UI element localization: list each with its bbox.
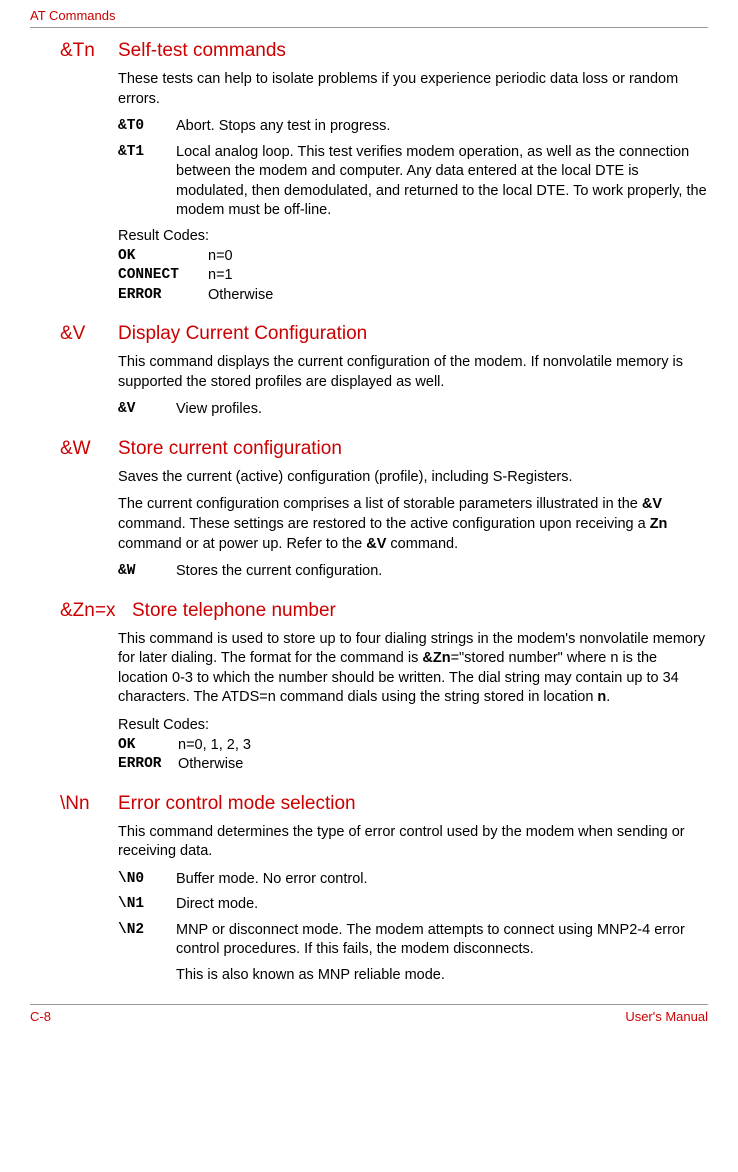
result-code: OK bbox=[118, 247, 208, 267]
text: . bbox=[606, 689, 610, 705]
heading-nn: \NnError control mode selection bbox=[60, 793, 708, 815]
title-v: Display Current Configuration bbox=[118, 323, 367, 344]
result-val: n=0 bbox=[208, 247, 233, 267]
bold: Zn bbox=[650, 516, 668, 532]
section-v: &VDisplay Current Configuration This com… bbox=[60, 323, 708, 420]
result-code: ERROR bbox=[118, 286, 208, 306]
results-zn: Result Codes: OK n=0, 1, 2, 3 ERROR Othe… bbox=[118, 716, 708, 775]
intro-nn: This command determines the type of erro… bbox=[118, 823, 708, 862]
def-code: &T1 bbox=[118, 143, 176, 221]
footer-rule bbox=[30, 1004, 708, 1005]
bold: &Zn bbox=[422, 650, 450, 666]
def-row: &T0 Abort. Stops any test in progress. bbox=[118, 117, 708, 137]
prefix-nn: \Nn bbox=[60, 793, 118, 815]
def-code: &W bbox=[118, 562, 176, 582]
defs-w: &W Stores the current configuration. bbox=[118, 562, 708, 582]
intro-v: This command displays the current config… bbox=[118, 353, 708, 392]
prefix-w: &W bbox=[60, 438, 118, 460]
def-row: &T1 Local analog loop. This test verifie… bbox=[118, 143, 708, 221]
result-val: Otherwise bbox=[178, 755, 243, 775]
header-rule bbox=[30, 27, 708, 28]
result-row: OK n=0 bbox=[118, 247, 708, 267]
intro-zn: This command is used to store up to four… bbox=[118, 630, 708, 708]
header-title: AT Commands bbox=[30, 0, 708, 27]
text: command. These settings are restored to … bbox=[118, 516, 650, 532]
bold: &V bbox=[366, 536, 386, 552]
intro-w1: Saves the current (active) configuration… bbox=[118, 468, 708, 488]
heading-tn: &TnSelf-test commands bbox=[60, 40, 708, 62]
def-desc: Local analog loop. This test verifies mo… bbox=[176, 143, 708, 221]
def-row: &V View profiles. bbox=[118, 400, 708, 420]
intro-w2: The current configuration comprises a li… bbox=[118, 495, 708, 554]
bold: n bbox=[597, 689, 606, 705]
prefix-zn: &Zn=x bbox=[60, 600, 132, 622]
result-label: Result Codes: bbox=[118, 227, 708, 247]
result-label: Result Codes: bbox=[118, 716, 708, 736]
result-val: n=0, 1, 2, 3 bbox=[178, 736, 251, 756]
def-desc: Stores the current configuration. bbox=[176, 562, 708, 582]
def-code bbox=[118, 966, 176, 986]
def-row: &W Stores the current configuration. bbox=[118, 562, 708, 582]
result-code: OK bbox=[118, 736, 178, 756]
result-row: ERROR Otherwise bbox=[118, 755, 708, 775]
def-desc: Buffer mode. No error control. bbox=[176, 870, 708, 890]
result-code: CONNECT bbox=[118, 266, 208, 286]
def-desc: Direct mode. bbox=[176, 895, 708, 915]
def-desc: Abort. Stops any test in progress. bbox=[176, 117, 708, 137]
result-code: ERROR bbox=[118, 755, 178, 775]
prefix-tn: &Tn bbox=[60, 40, 118, 62]
result-val: n=1 bbox=[208, 266, 233, 286]
def-code: \N2 bbox=[118, 921, 176, 960]
heading-w: &WStore current configuration bbox=[60, 438, 708, 460]
section-nn: \NnError control mode selection This com… bbox=[60, 793, 708, 986]
text: command. bbox=[386, 536, 458, 552]
def-code: \N0 bbox=[118, 870, 176, 890]
def-code: &T0 bbox=[118, 117, 176, 137]
def-desc: View profiles. bbox=[176, 400, 708, 420]
def-row: \N0 Buffer mode. No error control. bbox=[118, 870, 708, 890]
heading-v: &VDisplay Current Configuration bbox=[60, 323, 708, 345]
def-row: \N2 MNP or disconnect mode. The modem at… bbox=[118, 921, 708, 960]
title-tn: Self-test commands bbox=[118, 40, 286, 61]
section-tn: &TnSelf-test commands These tests can he… bbox=[60, 40, 708, 305]
page-number: C-8 bbox=[30, 1009, 51, 1024]
def-desc: MNP or disconnect mode. The modem attemp… bbox=[176, 921, 708, 960]
def-desc: This is also known as MNP reliable mode. bbox=[176, 966, 708, 986]
intro-tn: These tests can help to isolate problems… bbox=[118, 70, 708, 109]
result-val: Otherwise bbox=[208, 286, 273, 306]
text: command or at power up. Refer to the bbox=[118, 536, 366, 552]
text: The current configuration comprises a li… bbox=[118, 496, 642, 512]
title-w: Store current configuration bbox=[118, 438, 342, 459]
defs-tn: &T0 Abort. Stops any test in progress. &… bbox=[118, 117, 708, 221]
prefix-v: &V bbox=[60, 323, 118, 345]
footer: C-8 User's Manual bbox=[30, 1009, 708, 1034]
result-row: CONNECT n=1 bbox=[118, 266, 708, 286]
section-zn: &Zn=xStore telephone number This command… bbox=[60, 600, 708, 775]
heading-zn: &Zn=xStore telephone number bbox=[60, 600, 708, 622]
footer-label: User's Manual bbox=[625, 1009, 708, 1024]
def-row: \N1 Direct mode. bbox=[118, 895, 708, 915]
result-row: ERROR Otherwise bbox=[118, 286, 708, 306]
section-w: &WStore current configuration Saves the … bbox=[60, 438, 708, 582]
def-code: &V bbox=[118, 400, 176, 420]
def-row: This is also known as MNP reliable mode. bbox=[118, 966, 708, 986]
result-row: OK n=0, 1, 2, 3 bbox=[118, 736, 708, 756]
def-code: \N1 bbox=[118, 895, 176, 915]
results-tn: Result Codes: OK n=0 CONNECT n=1 ERROR O… bbox=[118, 227, 708, 305]
defs-nn: \N0 Buffer mode. No error control. \N1 D… bbox=[118, 870, 708, 986]
title-nn: Error control mode selection bbox=[118, 793, 356, 814]
bold: &V bbox=[642, 496, 662, 512]
defs-v: &V View profiles. bbox=[118, 400, 708, 420]
title-zn: Store telephone number bbox=[132, 600, 336, 621]
